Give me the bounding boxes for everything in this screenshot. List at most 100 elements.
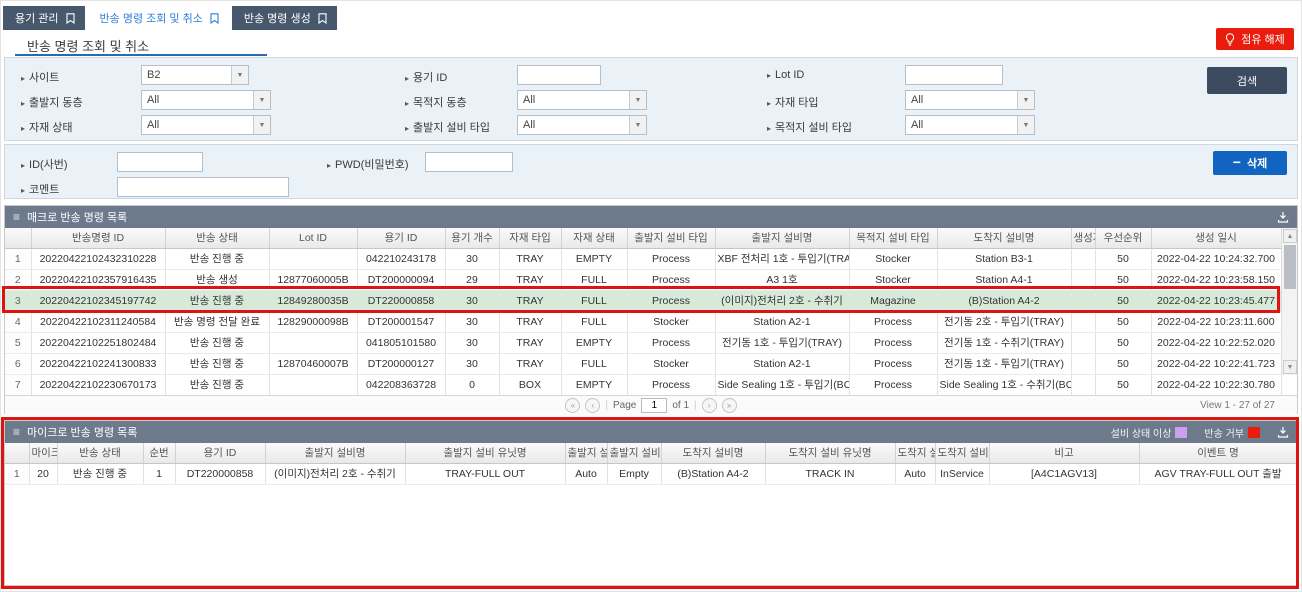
tab-transfer-command-query-cancel[interactable]: 반송 명령 조회 및 취소: [88, 6, 229, 30]
column-header[interactable]: Lot ID: [269, 228, 357, 248]
last-page-button[interactable]: »: [722, 398, 737, 413]
column-header[interactable]: 자재 타입: [499, 228, 561, 248]
column-header[interactable]: 출발지 설비 유닛명: [405, 443, 565, 463]
column-header[interactable]: 반송 상태: [165, 228, 269, 248]
download-icon[interactable]: [1277, 211, 1289, 223]
delete-button[interactable]: − 삭제: [1213, 151, 1287, 175]
chevron-down-icon: ▼: [1017, 116, 1034, 134]
rownum-cell: 3: [5, 290, 31, 311]
to-equip-type-select[interactable]: All▼: [905, 115, 1035, 135]
vertical-scrollbar[interactable]: ▲ ▼: [1281, 228, 1297, 375]
bookmark-icon: [66, 13, 75, 24]
scrollbar-thumb[interactable]: [1284, 245, 1296, 289]
column-header[interactable]: 순번: [143, 443, 175, 463]
column-header[interactable]: 용기 ID: [357, 228, 445, 248]
search-filter-panel: ▸사이트 B2▼ ▸출발지 동층 All▼ ▸자재 상태 All▼ ▸용기 ID: [4, 57, 1298, 141]
column-header[interactable]: 출발지 설비 타입: [627, 228, 715, 248]
table-cell: 50: [1095, 332, 1151, 353]
column-header[interactable]: 자재 상태: [561, 228, 627, 248]
id-input[interactable]: [117, 152, 203, 172]
material-type-select[interactable]: All▼: [905, 90, 1035, 110]
comment-input[interactable]: [117, 177, 289, 197]
table-cell: DT200001547: [357, 311, 445, 332]
page-number-input[interactable]: [641, 398, 667, 413]
from-equip-type-select[interactable]: All▼: [517, 115, 647, 135]
table-cell: 30: [445, 290, 499, 311]
lot-id-input[interactable]: [905, 65, 1003, 85]
table-row[interactable]: 120반송 진행 중1DT220000858(이미지)전처리 2호 - 수취기T…: [5, 463, 1297, 484]
table-cell: 50: [1095, 374, 1151, 395]
download-icon[interactable]: [1277, 426, 1289, 438]
list-icon: ≡: [13, 425, 20, 439]
column-header[interactable]: 출발지 설비명: [715, 228, 849, 248]
column-header[interactable]: 생성 일시: [1151, 228, 1281, 248]
column-header[interactable]: 용기 ID: [175, 443, 265, 463]
table-row[interactable]: 420220422102311240584반송 명령 전달 완료12829000…: [5, 311, 1281, 332]
table-cell: Process: [627, 269, 715, 290]
table-cell: 30: [445, 332, 499, 353]
table-cell: [1071, 332, 1095, 353]
occupy-release-button[interactable]: 점유 해제: [1216, 28, 1294, 50]
column-header[interactable]: 마이크로: [29, 443, 57, 463]
table-cell: [1071, 311, 1095, 332]
first-page-button[interactable]: «: [565, 398, 580, 413]
column-header[interactable]: 생성자: [1071, 228, 1095, 248]
column-header[interactable]: 도착지 설비: [935, 443, 989, 463]
column-header[interactable]: 반송명령 ID: [31, 228, 165, 248]
tab-transfer-command-create[interactable]: 반송 명령 생성: [232, 6, 337, 30]
container-id-input[interactable]: [517, 65, 601, 85]
table-row[interactable]: 620220422102241300833반송 진행 중12870460007B…: [5, 353, 1281, 374]
from-floor-select[interactable]: All▼: [141, 90, 271, 110]
legend-swatch-purple: [1175, 427, 1187, 438]
rownum-cell: 2: [5, 269, 31, 290]
column-header[interactable]: 우선순위: [1095, 228, 1151, 248]
page-label: Page: [613, 400, 636, 411]
column-header[interactable]: 용기 개수: [445, 228, 499, 248]
material-state-select[interactable]: All▼: [141, 115, 271, 135]
table-cell: Process: [849, 353, 937, 374]
micro-command-grid: ≡ 마이크로 반송 명령 목록 설비 상태 이상 반송 거부 마이크로반송 상태…: [4, 420, 1298, 586]
table-row[interactable]: 520220422102251802484반송 진행 중041805101580…: [5, 332, 1281, 353]
to-floor-select[interactable]: All▼: [517, 90, 647, 110]
scroll-down-icon[interactable]: ▼: [1283, 360, 1297, 374]
site-select[interactable]: B2▼: [141, 65, 249, 85]
column-header[interactable]: 출발지 설: [565, 443, 607, 463]
chevron-down-icon: ▼: [629, 116, 646, 134]
rownum-cell: 1: [5, 463, 29, 484]
table-cell: Process: [849, 332, 937, 353]
table-cell: [269, 248, 357, 269]
table-cell: 50: [1095, 311, 1151, 332]
table-row[interactable]: 320220422102345197742반송 진행 중12849280035B…: [5, 290, 1281, 311]
table-cell: 12870460007B: [269, 353, 357, 374]
column-header[interactable]: 도착지 설비 유닛명: [765, 443, 895, 463]
prev-page-button[interactable]: ‹: [585, 398, 600, 413]
column-header[interactable]: 비고: [989, 443, 1139, 463]
column-header[interactable]: 이벤트 명: [1139, 443, 1297, 463]
column-header[interactable]: 출발지 설비명: [265, 443, 405, 463]
column-header[interactable]: 목적지 설비 타입: [849, 228, 937, 248]
table-cell: Process: [627, 374, 715, 395]
column-header[interactable]: 도착지 설비명: [661, 443, 765, 463]
table-cell: 반송 진행 중: [165, 374, 269, 395]
table-cell: 전기동 2호 - 투입기(TRAY): [937, 311, 1071, 332]
column-header[interactable]: 출발지 설비: [607, 443, 661, 463]
table-cell: Station A4-1: [937, 269, 1071, 290]
scroll-up-icon[interactable]: ▲: [1283, 229, 1297, 243]
table-row[interactable]: 720220422102230670173반송 진행 중042208363728…: [5, 374, 1281, 395]
column-header[interactable]: 반송 상태: [57, 443, 143, 463]
rownum-cell: 7: [5, 374, 31, 395]
table-cell: [269, 332, 357, 353]
table-row[interactable]: 220220422102357916435반송 생성12877060005BDT…: [5, 269, 1281, 290]
table-cell: Station B3-1: [937, 248, 1071, 269]
table-cell: 30: [445, 353, 499, 374]
tab-container-management[interactable]: 용기 관리: [3, 6, 85, 30]
table-cell: Stocker: [627, 311, 715, 332]
search-button[interactable]: 검색: [1207, 67, 1287, 94]
table-cell: 2022-04-22 10:23:11.600: [1151, 311, 1281, 332]
legend-transfer-reject: 반송 거부: [1204, 425, 1260, 440]
table-row[interactable]: 120220422102432310228반송 진행 중042210243178…: [5, 248, 1281, 269]
next-page-button[interactable]: ›: [702, 398, 717, 413]
pwd-input[interactable]: [425, 152, 513, 172]
column-header[interactable]: 도착지 설비명: [937, 228, 1071, 248]
column-header[interactable]: 도착지 설: [895, 443, 935, 463]
